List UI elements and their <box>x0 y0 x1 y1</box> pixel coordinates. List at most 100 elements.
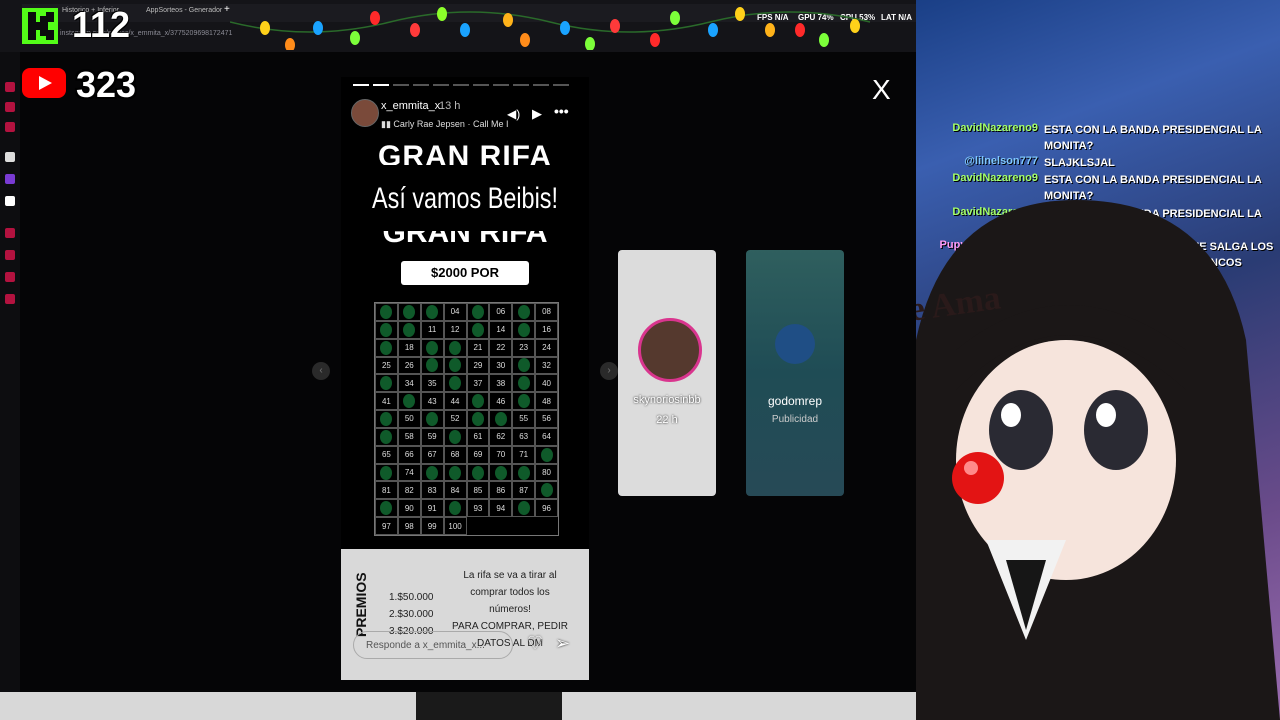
card-avatar <box>775 324 815 364</box>
story-reply-input[interactable]: Responde a x_emmita_x... <box>353 631 513 659</box>
raffle-number-cell: 69 <box>466 445 490 464</box>
raffle-number-cell: 19 <box>420 338 444 357</box>
raffle-number: 43 <box>427 396 437 406</box>
raffle-number-cell: 23 <box>512 338 536 357</box>
story-card-skynoriosinbb[interactable]: skynoriosinbb 22 h <box>618 250 716 496</box>
raffle-number-cell: 10 <box>397 320 421 339</box>
story-progress-segment <box>533 84 549 86</box>
sold-marker <box>517 304 530 319</box>
raffle-number: 82 <box>404 485 414 495</box>
raffle-number-cell: 52 <box>443 410 467 428</box>
raffle-number-cell: 32 <box>535 356 558 375</box>
raffle-number-cell: 63 <box>512 427 536 446</box>
raffle-number: 69 <box>473 450 483 460</box>
raffle-number: 16 <box>542 325 552 335</box>
raffle-number-cell: 83 <box>420 481 444 500</box>
close-button[interactable]: X <box>872 74 891 106</box>
red-nose <box>952 452 1004 504</box>
story-progress-segment <box>553 84 569 86</box>
more-options-icon[interactable]: ••• <box>554 103 569 119</box>
raffle-number-cell: 18 <box>397 338 421 357</box>
raffle-number: 21 <box>473 343 483 353</box>
sold-marker <box>517 465 530 480</box>
mute-icon[interactable]: ◀) <box>507 107 520 121</box>
tab-appsorteos[interactable]: AppSorteos - Generador <box>146 7 222 14</box>
card-sponsored: Publicidad <box>771 414 819 425</box>
sidebar-app-icon[interactable] <box>5 82 15 92</box>
story-card-godomrep[interactable]: godomrep Publicidad <box>746 250 844 496</box>
raffle-number: 25 <box>381 360 391 370</box>
raffle-number-cell: 13 <box>466 320 490 339</box>
sold-marker <box>449 376 462 391</box>
price-badge: $2000 POR NÚMERO <box>401 261 529 304</box>
raffle-number-cell: 45 <box>466 392 490 411</box>
raffle-number-cell: 49 <box>375 410 398 428</box>
raffle-number-cell: 09 <box>375 320 398 339</box>
sold-marker <box>471 394 484 409</box>
raffle-number-cell: 53 <box>466 410 490 428</box>
card-username: skynoriosinbb <box>633 394 701 406</box>
twitch-icon[interactable] <box>5 174 15 184</box>
send-icon[interactable]: ➢ <box>555 633 570 654</box>
raffle-number-cell: 72 <box>535 445 558 464</box>
raffle-number-cell: 97 <box>375 517 398 535</box>
play-icon[interactable]: ▶ <box>532 106 542 122</box>
raffle-number: 23 <box>519 343 529 353</box>
raffle-number-cell: 34 <box>397 374 421 393</box>
sold-marker <box>517 358 530 373</box>
raffle-number-cell: 98 <box>397 517 421 535</box>
raffle-number-cell: 79 <box>512 463 536 482</box>
sidebar-app-icon[interactable] <box>5 228 15 238</box>
raffle-number: 38 <box>496 378 506 388</box>
raffle-number-cell: 37 <box>466 374 490 393</box>
chat-username[interactable]: DavidNazareno9 <box>916 122 1038 134</box>
raffle-number-cell: 42 <box>397 392 421 411</box>
sold-marker <box>471 411 484 426</box>
sidebar-app-icon[interactable] <box>5 102 15 112</box>
story-username[interactable]: x_emmita_x <box>381 100 440 112</box>
sidebar-app-icon[interactable] <box>5 122 15 132</box>
sold-marker <box>494 465 507 480</box>
raffle-number-cell: 01 <box>375 303 398 321</box>
premios-label: PREMIOS <box>353 572 369 637</box>
raffle-number-cell: 68 <box>443 445 467 464</box>
sold-marker <box>403 322 416 337</box>
raffle-number-cell: 78 <box>489 463 513 482</box>
story-time: 13 h <box>439 100 461 112</box>
raffle-number-cell: 67 <box>420 445 444 464</box>
raffle-number-cell: 28 <box>443 356 467 375</box>
sold-marker <box>471 465 484 480</box>
new-tab-button[interactable]: + <box>224 4 230 15</box>
raffle-number-cell: 85 <box>466 481 490 500</box>
light-bulbs <box>260 7 860 50</box>
settings-icon[interactable] <box>5 294 15 304</box>
heart-icon[interactable]: ♡ <box>527 633 543 654</box>
story-music[interactable]: ▮▮ Carly Rae Jepsen · Call Me I <box>381 119 508 130</box>
raffle-number-cell: 35 <box>420 374 444 393</box>
raffle-number: 26 <box>404 360 414 370</box>
story-next-button[interactable]: › <box>600 362 618 380</box>
raffle-number-cell: 59 <box>420 427 444 446</box>
raffle-number: 87 <box>519 485 529 495</box>
story-headline-bottom: GRAN RIFA <box>341 231 589 247</box>
story-progress-segment <box>373 84 389 86</box>
story-progress-segment <box>513 84 529 86</box>
sold-marker <box>517 322 530 337</box>
sold-marker <box>403 394 416 409</box>
raffle-number-cell: 08 <box>535 303 558 321</box>
x-icon[interactable] <box>5 196 15 206</box>
sold-marker <box>380 501 393 516</box>
card-time: 22 h <box>656 414 678 426</box>
sidebar-app-icon[interactable] <box>5 272 15 282</box>
raffle-number: 80 <box>542 468 552 478</box>
story-avatar[interactable] <box>351 99 379 127</box>
browser-sidebar <box>0 52 20 692</box>
raffle-number-cell: 62 <box>489 427 513 446</box>
sidebar-app-icon[interactable] <box>5 152 15 162</box>
story-prev-button[interactable]: ‹ <box>312 362 330 380</box>
raffle-number-cell: 05 <box>466 303 490 321</box>
raffle-number-cell: 29 <box>466 356 490 375</box>
christmas-lights <box>230 7 870 50</box>
sidebar-app-icon[interactable] <box>5 250 15 260</box>
raffle-number: 04 <box>450 307 460 317</box>
